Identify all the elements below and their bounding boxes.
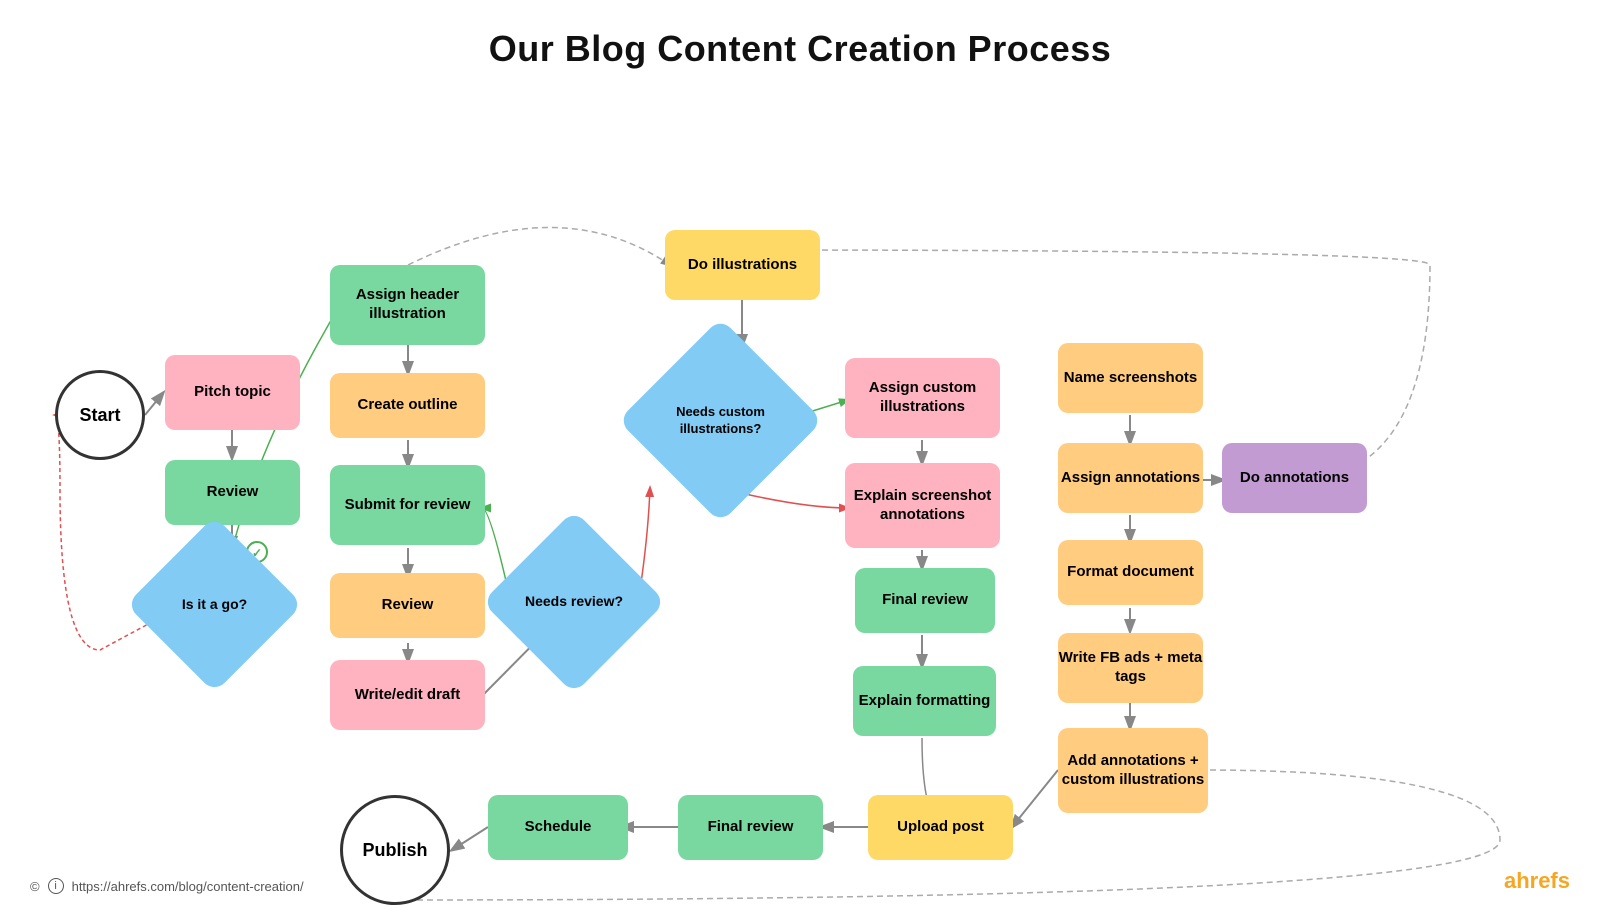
pitch-topic-node: Pitch topic	[165, 355, 300, 430]
explain-formatting-node: Explain formatting	[853, 666, 996, 736]
assign-custom-node: Assign custom illustrations	[845, 358, 1000, 438]
submit-review-node: Submit for review	[330, 465, 485, 545]
final-review1-node: Final review	[855, 568, 995, 633]
do-illustrations-node: Do illustrations	[665, 230, 820, 300]
footer: © i https://ahrefs.com/blog/content-crea…	[30, 878, 304, 894]
schedule-node: Schedule	[488, 795, 628, 860]
write-edit-node: Write/edit draft	[330, 660, 485, 730]
copyright-icon: ©	[30, 879, 40, 894]
format-document-node: Format document	[1058, 540, 1203, 605]
footer-url: https://ahrefs.com/blog/content-creation…	[72, 879, 304, 894]
do-annotations-node: Do annotations	[1222, 443, 1367, 513]
info-icon: i	[48, 878, 64, 894]
name-screenshots-node: Name screenshots	[1058, 343, 1203, 413]
final-review2-node: Final review	[678, 795, 823, 860]
needs-custom-node: Needs custom illustrations?	[648, 348, 793, 493]
review2-node: Review	[330, 573, 485, 638]
assign-annotations-node: Assign annotations	[1058, 443, 1203, 513]
assign-header-node: Assign header illustration	[330, 265, 485, 345]
add-annotations-node: Add annotations + custom illustrations	[1058, 728, 1208, 813]
page-title: Our Blog Content Creation Process	[0, 0, 1600, 70]
explain-screenshot-node: Explain screenshot annotations	[845, 463, 1000, 548]
brand-logo: ahrefs	[1504, 868, 1570, 894]
write-fb-ads-node: Write FB ads + meta tags	[1058, 633, 1203, 703]
needs-review-node: Needs review?	[509, 537, 639, 667]
publish-node: Publish	[340, 795, 450, 905]
is-it-a-go-node: Is it a go?	[152, 542, 277, 667]
review1-node: Review	[165, 460, 300, 525]
start-node: Start	[55, 370, 145, 460]
create-outline-node: Create outline	[330, 373, 485, 438]
upload-post-node: Upload post	[868, 795, 1013, 860]
